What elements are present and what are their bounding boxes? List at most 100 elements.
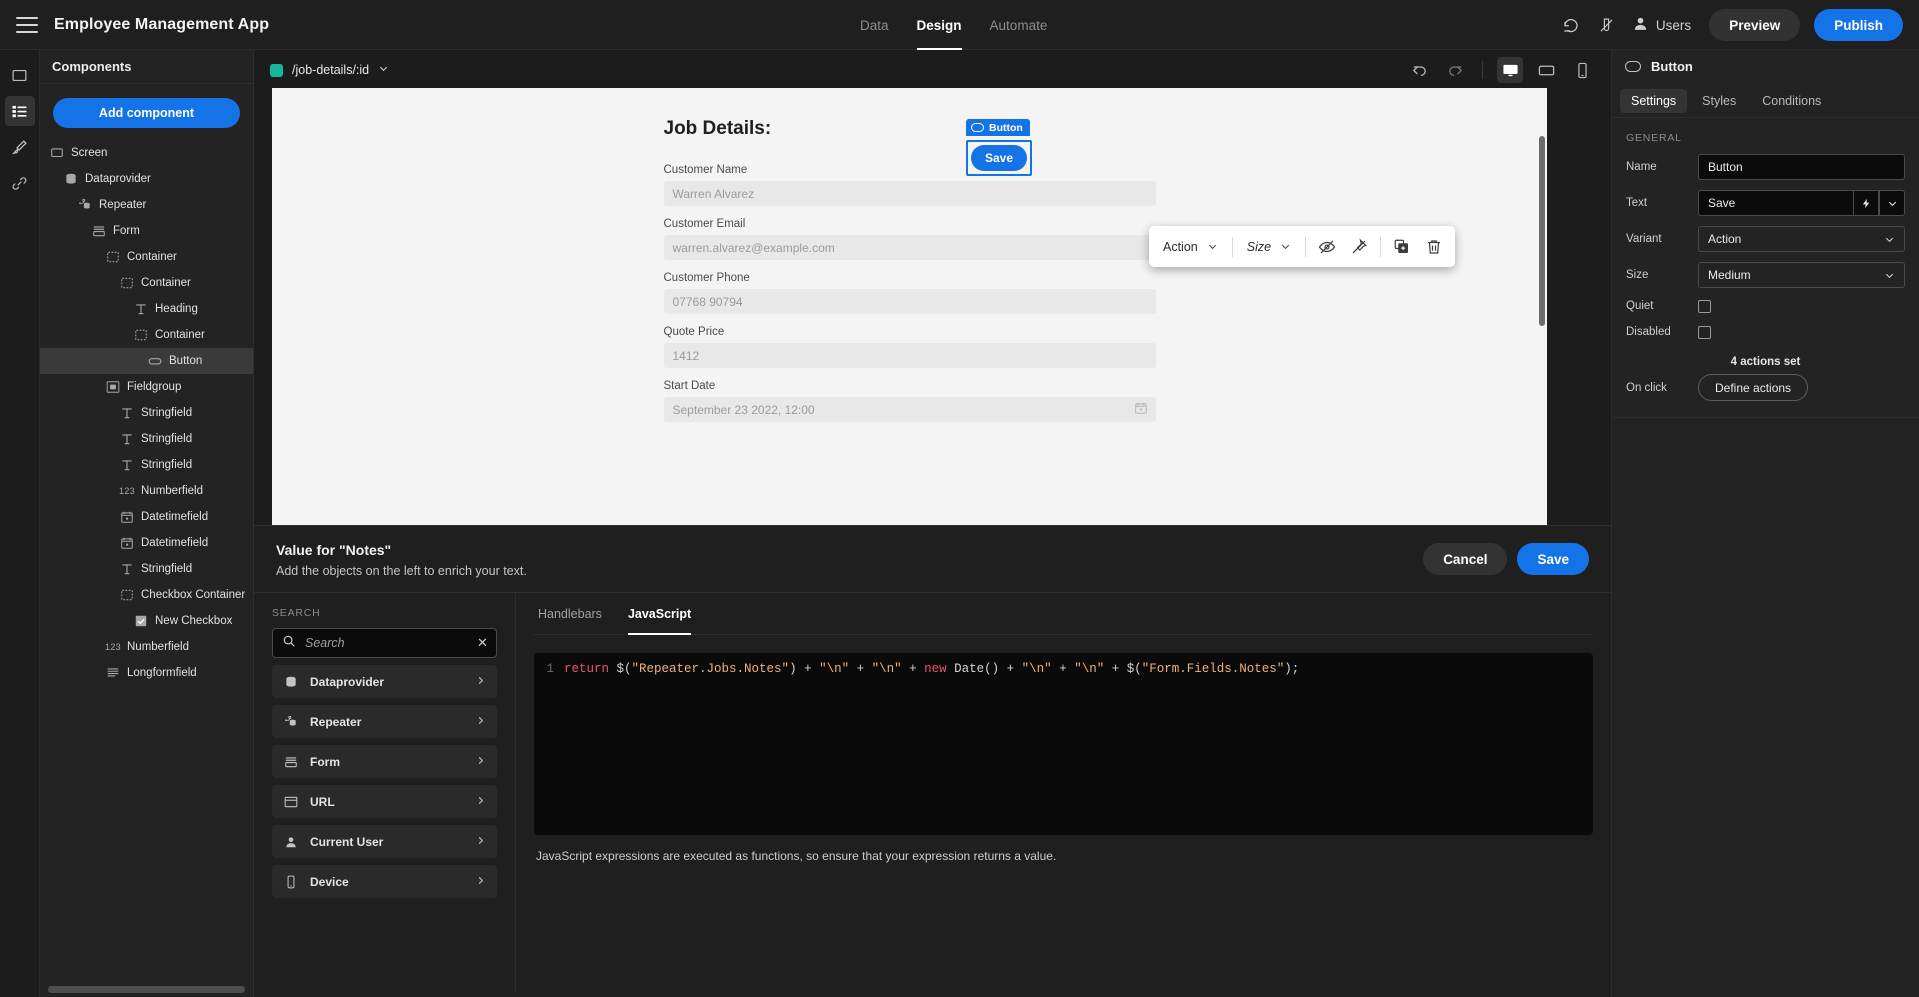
inspector-divider xyxy=(1612,417,1919,418)
binding-object-dataprovider[interactable]: Dataprovider xyxy=(272,665,497,698)
route-label: /job-details/:id xyxy=(292,63,370,77)
tree-item-label: Datetimefield xyxy=(141,511,209,523)
canvas-save-button[interactable]: Save xyxy=(971,145,1027,171)
tree-item-form[interactable]: Form xyxy=(40,218,253,244)
tree-item-stringfield[interactable]: Stringfield xyxy=(40,400,253,426)
tree-item-repeater[interactable]: Repeater xyxy=(40,192,253,218)
desktop-icon[interactable] xyxy=(1497,57,1523,83)
theme-icon[interactable] xyxy=(1596,14,1618,36)
binding-object-list: Dataprovider Repeater Form URL Current User D… xyxy=(272,665,497,898)
users-button[interactable]: Users xyxy=(1632,15,1691,35)
size-dropdown[interactable]: Size xyxy=(1243,240,1295,254)
code-editor[interactable]: 1 return $("Repeater.Jobs.Notes") + "\n"… xyxy=(534,653,1593,835)
search-section-label: SEARCH xyxy=(272,607,321,619)
tree-item-screen[interactable]: Screen xyxy=(40,140,253,166)
tab-javascript[interactable]: JavaScript xyxy=(627,593,692,635)
form-field-input[interactable]: 07768 90794 xyxy=(663,289,1156,314)
define-actions-button[interactable]: Define actions xyxy=(1698,374,1809,401)
lightning-icon[interactable] xyxy=(1853,190,1879,216)
search-box[interactable]: ✕ xyxy=(272,628,497,658)
tree-item-longformfield[interactable]: Longformfield xyxy=(40,660,253,686)
duplicate-icon[interactable] xyxy=(1391,236,1413,258)
database-icon xyxy=(64,172,78,186)
redo-icon[interactable] xyxy=(1442,57,1468,83)
tree-item-stringfield[interactable]: Stringfield xyxy=(40,452,253,478)
form-field-input[interactable]: September 23 2022, 12:00 xyxy=(663,397,1156,422)
tree-item-datetimefield[interactable]: Datetimefield xyxy=(40,530,253,556)
drawer-cancel-button[interactable]: Cancel xyxy=(1423,543,1508,575)
mobile-icon[interactable] xyxy=(1569,57,1595,83)
tree-item-button[interactable]: Button xyxy=(40,348,253,374)
tree-item-label: Dataprovider xyxy=(85,173,151,185)
rail-component-list-icon[interactable] xyxy=(4,96,35,126)
rail-link-icon[interactable] xyxy=(5,168,35,198)
tree-item-heading[interactable]: Heading xyxy=(40,296,253,322)
components-panel-hscrollbar[interactable] xyxy=(48,986,245,993)
tree-item-new-checkbox[interactable]: New Checkbox xyxy=(40,608,253,634)
route-selector[interactable]: /job-details/:id xyxy=(270,61,389,79)
selection-badge: Button xyxy=(966,119,1030,136)
variant-select[interactable]: Action xyxy=(1698,226,1905,252)
rail-screen-icon[interactable] xyxy=(5,60,35,90)
form-field-input[interactable]: warren.alvarez@example.com xyxy=(663,235,1156,260)
tab-data[interactable]: Data xyxy=(860,0,889,50)
undo-icon[interactable] xyxy=(1406,57,1432,83)
publish-button[interactable]: Publish xyxy=(1814,9,1903,41)
tab-conditions[interactable]: Conditions xyxy=(1751,89,1832,113)
binding-object-repeater[interactable]: Repeater xyxy=(272,705,497,738)
tree-item-stringfield[interactable]: Stringfield xyxy=(40,426,253,452)
tree-item-checkbox-container[interactable]: Checkbox Container xyxy=(40,582,253,608)
tab-handlebars[interactable]: Handlebars xyxy=(538,593,602,635)
text-dropdown-chevron-down-icon[interactable] xyxy=(1879,190,1905,216)
name-input[interactable]: Button xyxy=(1698,154,1905,180)
calendar-icon[interactable] xyxy=(1134,401,1148,418)
canvas-artboard: Job Details: Customer Name Warren Alvarez… xyxy=(272,88,1547,525)
tab-automate[interactable]: Automate xyxy=(990,0,1048,50)
form-field-input[interactable]: Warren Alvarez xyxy=(663,181,1156,206)
tree-item-label: Numberfield xyxy=(141,485,203,497)
disabled-checkbox[interactable] xyxy=(1698,325,1711,339)
tab-design[interactable]: Design xyxy=(916,0,962,50)
tree-item-dataprovider[interactable]: Dataprovider xyxy=(40,166,253,192)
tree-item-container[interactable]: Container xyxy=(40,270,253,296)
preview-button[interactable]: Preview xyxy=(1709,9,1801,41)
drawer-save-button[interactable]: Save xyxy=(1517,543,1589,575)
tab-settings[interactable]: Settings xyxy=(1620,88,1688,113)
rail-brush-icon[interactable] xyxy=(5,132,35,162)
toolbar-divider xyxy=(1380,236,1382,257)
tree-item-container[interactable]: Container xyxy=(40,244,253,270)
close-icon[interactable]: ✕ xyxy=(477,635,488,651)
add-component-button[interactable]: Add component xyxy=(53,98,240,128)
form-field-input[interactable]: 1412 xyxy=(663,343,1156,368)
size-label: Size xyxy=(1626,269,1649,281)
form-icon xyxy=(92,224,106,238)
text-input[interactable]: Save xyxy=(1698,190,1853,216)
search-input[interactable] xyxy=(305,636,468,650)
revert-icon[interactable] xyxy=(1560,14,1582,36)
variant-dropdown[interactable]: Action xyxy=(1159,240,1222,254)
text-heading-icon xyxy=(134,302,148,316)
tree-item-stringfield[interactable]: Stringfield xyxy=(40,556,253,582)
tree-item-container[interactable]: Container xyxy=(40,322,253,348)
code-token: ) + xyxy=(789,662,820,676)
binding-object-device[interactable]: Device xyxy=(272,865,497,898)
tree-item-numberfield[interactable]: 123 Numberfield xyxy=(40,634,253,660)
binding-object-url[interactable]: URL xyxy=(272,785,497,818)
binding-object-current-user[interactable]: Current User xyxy=(272,825,497,858)
canvas-vertical-scrollbar[interactable] xyxy=(1539,136,1545,326)
unpin-icon[interactable] xyxy=(1348,236,1370,258)
binding-object-form[interactable]: Form xyxy=(272,745,497,778)
tree-item-fieldgroup[interactable]: Fieldgroup xyxy=(40,374,253,400)
quiet-checkbox[interactable] xyxy=(1698,299,1711,313)
chevron-down-icon xyxy=(1208,244,1216,250)
onclick-row: On click Define actions xyxy=(1612,374,1919,411)
tree-item-numberfield[interactable]: 123 Numberfield xyxy=(40,478,253,504)
size-select[interactable]: Medium xyxy=(1698,262,1905,288)
tab-styles[interactable]: Styles xyxy=(1691,89,1747,113)
tree-item-datetimefield[interactable]: Datetimefield xyxy=(40,504,253,530)
tablet-icon[interactable] xyxy=(1533,57,1559,83)
trash-icon[interactable] xyxy=(1423,236,1445,258)
form-field: Customer Name Warren Alvarez xyxy=(663,164,1156,206)
hamburger-icon[interactable] xyxy=(16,16,38,33)
eye-off-icon[interactable] xyxy=(1316,236,1338,258)
